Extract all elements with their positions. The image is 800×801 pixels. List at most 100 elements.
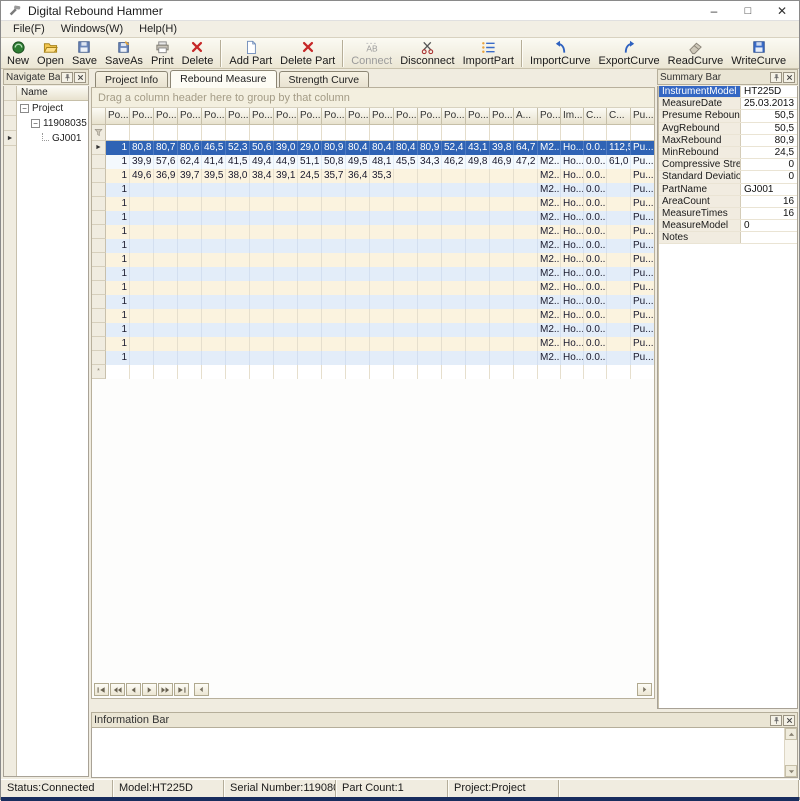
grid-cell[interactable] bbox=[322, 197, 346, 211]
grid-cell[interactable] bbox=[514, 351, 538, 365]
grid-cell[interactable] bbox=[394, 239, 418, 253]
grid-cell[interactable] bbox=[178, 295, 202, 309]
grid-cell[interactable]: 0.0... bbox=[584, 323, 607, 337]
grid-cell[interactable] bbox=[514, 197, 538, 211]
grid-cell[interactable]: M2... bbox=[538, 253, 561, 267]
column-header[interactable]: C... bbox=[607, 108, 631, 125]
grid-cell[interactable] bbox=[226, 267, 250, 281]
grid-cell[interactable] bbox=[298, 267, 322, 281]
filter-cell[interactable] bbox=[178, 125, 202, 141]
grid-cell[interactable]: M2... bbox=[538, 267, 561, 281]
grid-cell[interactable] bbox=[298, 337, 322, 351]
column-header[interactable]: Po... bbox=[274, 108, 298, 125]
grid-cell[interactable]: M2... bbox=[538, 239, 561, 253]
summary-row-instrumentmodel[interactable]: InstrumentModelHT225D bbox=[659, 86, 797, 98]
table-row[interactable]: 1M2...Ho...0.0...Pu... bbox=[92, 267, 654, 281]
filter-cell[interactable] bbox=[442, 125, 466, 141]
column-header[interactable]: Po... bbox=[394, 108, 418, 125]
table-row[interactable]: 1M2...Ho...0.0...Pu... bbox=[92, 351, 654, 365]
grid-cell[interactable] bbox=[442, 197, 466, 211]
grid-cell[interactable]: 35,3 bbox=[370, 169, 394, 183]
grid-cell[interactable]: M2... bbox=[538, 225, 561, 239]
filter-cell[interactable] bbox=[250, 125, 274, 141]
grid-cell[interactable] bbox=[202, 183, 226, 197]
grid-cell[interactable] bbox=[394, 267, 418, 281]
grid-cell[interactable] bbox=[442, 267, 466, 281]
grid-cell[interactable] bbox=[154, 309, 178, 323]
grid-cell[interactable]: Ho... bbox=[561, 211, 584, 225]
grid-cell[interactable] bbox=[178, 197, 202, 211]
grid-cell[interactable] bbox=[370, 267, 394, 281]
grid-cell[interactable] bbox=[202, 323, 226, 337]
grid-cell[interactable] bbox=[466, 225, 490, 239]
summary-row-measuredate[interactable]: MeasureDate25.03.2013 bbox=[659, 98, 797, 110]
grid-cell[interactable] bbox=[130, 351, 154, 365]
grid-cell[interactable] bbox=[607, 225, 631, 239]
collapse-icon[interactable] bbox=[20, 104, 29, 113]
grid-cell[interactable] bbox=[514, 169, 538, 183]
grid-cell[interactable]: 49,5 bbox=[346, 155, 370, 169]
grid-cell[interactable] bbox=[178, 211, 202, 225]
grid-cell[interactable] bbox=[250, 183, 274, 197]
grid-cell[interactable] bbox=[178, 309, 202, 323]
grid-cell[interactable]: 36,9 bbox=[154, 169, 178, 183]
grid-cell[interactable] bbox=[607, 239, 631, 253]
grid-cell[interactable] bbox=[418, 169, 442, 183]
disconnect-button[interactable]: Disconnect bbox=[396, 39, 458, 68]
grid-cell[interactable] bbox=[250, 211, 274, 225]
grid-cell[interactable] bbox=[154, 295, 178, 309]
pin-icon[interactable] bbox=[61, 72, 73, 83]
grid-cell[interactable]: 1 bbox=[106, 351, 130, 365]
grid-cell[interactable]: 39,9 bbox=[130, 155, 154, 169]
last-record-button[interactable] bbox=[174, 683, 189, 696]
grid-cell[interactable]: Pu... bbox=[631, 141, 655, 155]
hscroll-left-icon[interactable] bbox=[194, 683, 209, 696]
grid-cell[interactable] bbox=[298, 253, 322, 267]
grid-cell[interactable] bbox=[322, 309, 346, 323]
grid-cell[interactable] bbox=[607, 337, 631, 351]
grid-cell[interactable]: 43,1 bbox=[466, 141, 490, 155]
filter-cell[interactable] bbox=[298, 125, 322, 141]
grid-cell[interactable] bbox=[514, 309, 538, 323]
table-row[interactable]: 1M2...Ho...0.0...Pu... bbox=[92, 253, 654, 267]
grid-cell[interactable] bbox=[202, 337, 226, 351]
grid-cell[interactable] bbox=[514, 267, 538, 281]
grid-cell[interactable] bbox=[607, 281, 631, 295]
table-row[interactable]: 1M2...Ho...0.0...Pu... bbox=[92, 211, 654, 225]
grid-cell[interactable]: M2... bbox=[538, 211, 561, 225]
grid-cell[interactable]: Pu... bbox=[631, 183, 655, 197]
grid-cell[interactable] bbox=[418, 337, 442, 351]
grid-cell[interactable] bbox=[322, 253, 346, 267]
prev-record-button[interactable] bbox=[126, 683, 141, 696]
column-header[interactable]: Po... bbox=[322, 108, 346, 125]
grid-cell[interactable] bbox=[154, 239, 178, 253]
table-row[interactable]: 1M2...Ho...0.0...Pu... bbox=[92, 337, 654, 351]
grid-cell[interactable]: M2... bbox=[538, 281, 561, 295]
writecurve-button[interactable]: WriteCurve bbox=[727, 39, 790, 68]
grid-cell[interactable] bbox=[154, 267, 178, 281]
grid-cell[interactable] bbox=[154, 281, 178, 295]
grid-cell[interactable] bbox=[442, 253, 466, 267]
grid-cell[interactable] bbox=[178, 281, 202, 295]
grid-cell[interactable] bbox=[607, 267, 631, 281]
grid-cell[interactable] bbox=[607, 295, 631, 309]
tree-node-gj001[interactable]: GJ001 bbox=[17, 131, 88, 146]
grid-cell[interactable] bbox=[226, 309, 250, 323]
grid-cell[interactable]: 1 bbox=[106, 239, 130, 253]
grid-cell[interactable] bbox=[226, 211, 250, 225]
grid-cell[interactable]: Pu... bbox=[631, 351, 655, 365]
grid-cell[interactable]: M2... bbox=[538, 309, 561, 323]
grid-cell[interactable]: 39,1 bbox=[274, 169, 298, 183]
grid-cell[interactable]: 1 bbox=[106, 155, 130, 169]
grid-cell[interactable] bbox=[418, 267, 442, 281]
grid-cell[interactable]: Ho... bbox=[561, 239, 584, 253]
grid-cell[interactable] bbox=[130, 183, 154, 197]
filter-cell[interactable] bbox=[466, 125, 490, 141]
grid-cell[interactable]: Pu... bbox=[631, 337, 655, 351]
grid-cell[interactable] bbox=[442, 239, 466, 253]
grid-cell[interactable] bbox=[490, 211, 514, 225]
grid-cell[interactable] bbox=[226, 295, 250, 309]
summary-row-partname[interactable]: PartNameGJ001 bbox=[659, 184, 797, 196]
grid-cell[interactable] bbox=[442, 225, 466, 239]
grid-cell[interactable]: Pu... bbox=[631, 253, 655, 267]
